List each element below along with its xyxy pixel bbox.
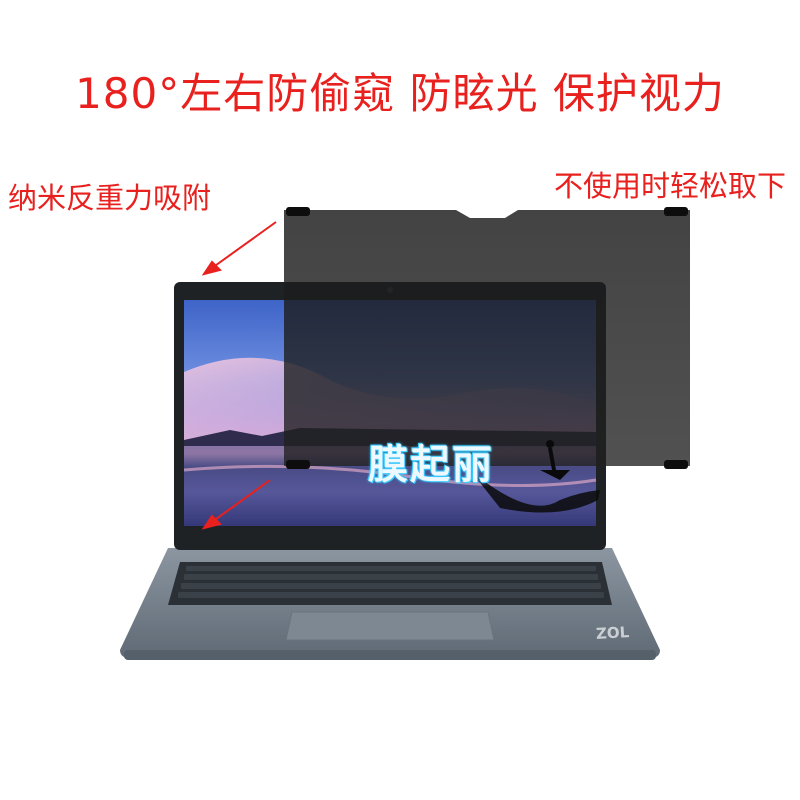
keyboard [168,562,612,605]
touchpad [285,611,495,641]
brand-logo: ZOL [595,623,630,643]
laptop-front-edge [124,650,656,660]
product-illustration [120,207,690,660]
arrow-top [201,221,277,276]
watermark: 膜起丽 [368,442,494,488]
